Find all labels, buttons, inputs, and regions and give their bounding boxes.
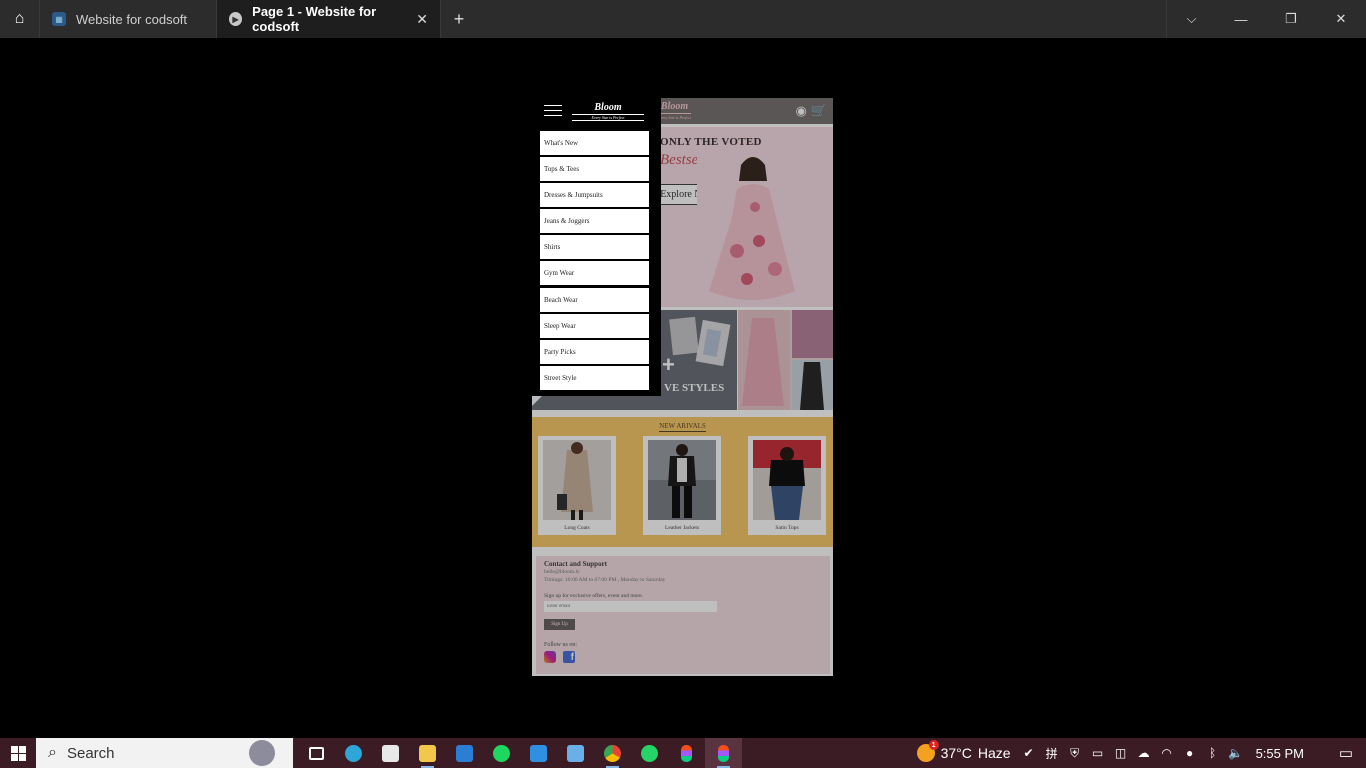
menu-item-beach-wear[interactable]: Beach Wear [540,287,649,314]
chrome-icon[interactable] [594,738,631,768]
menu-item-shirts[interactable]: Shirts [540,235,649,262]
menu-item-gym-wear[interactable]: Gym Wear [540,261,649,288]
maximize-button[interactable]: ❐ [1266,0,1316,38]
start-button[interactable] [0,738,36,768]
figma-active-icon[interactable] [705,738,742,768]
close-tab-icon[interactable]: ✕ [416,11,428,28]
search-highlight-icon [249,740,275,766]
menu-list: What's New Tops & Tees Dresses & Jumpsui… [540,131,649,392]
security-check-icon[interactable]: ✔ [1021,745,1037,761]
tab-page-1[interactable]: ▶ Page 1 - Website for codsoft ✕ [217,0,441,38]
windows-icon [10,745,26,761]
language-icon[interactable]: 拼 [1044,745,1060,761]
weather-text: Haze [977,745,1011,761]
onedrive-icon[interactable]: ☁ [1136,745,1152,761]
taskbar-search[interactable]: ⌕ Search [36,738,293,768]
remote-desktop-icon[interactable] [557,738,594,768]
window-controls: ⌵ — ❐ ✕ [1166,0,1366,38]
weather-temp: 37°C [940,745,972,761]
minimize-button[interactable]: — [1216,0,1266,38]
menu-item-whats-new[interactable]: What's New [540,131,649,157]
menu-logo[interactable]: Bloom Every Size is Perfect [572,102,644,121]
taskbar: ⌕ Search 1 37°C Haze ✔ 拼 ⛨ ▭ ◫ ☁ ◠ ● ᛒ 🔈… [0,738,1366,768]
home-button[interactable]: ⌂ [0,0,40,38]
hamburger-icon[interactable] [544,105,562,117]
menu-header: Bloom Every Size is Perfect [532,98,661,124]
menu-item-sleep-wear[interactable]: Sleep Wear [540,313,649,340]
close-window-button[interactable]: ✕ [1316,0,1366,38]
menu-item-dresses[interactable]: Dresses & Jumpsuits [540,183,649,210]
search-label: Search [66,744,115,762]
tabs-dropdown-icon[interactable]: ⌵ [1166,0,1216,38]
mail-icon[interactable] [446,738,483,768]
edge-icon[interactable] [335,738,372,768]
camera-icon[interactable]: ◫ [1113,745,1129,761]
clock[interactable]: 5:55 PM [1256,746,1304,761]
vscode-icon[interactable] [520,738,557,768]
notifications-icon[interactable]: ▭ [1326,744,1366,762]
task-view-icon[interactable] [298,738,335,768]
volume-icon[interactable]: 🔈 [1228,745,1244,761]
battery-icon[interactable]: ▭ [1090,745,1106,761]
system-tray: 1 37°C Haze ✔ 拼 ⛨ ▭ ◫ ☁ ◠ ● ᛒ 🔈 5:55 PM … [916,738,1366,768]
store-icon[interactable] [372,738,409,768]
whatsapp-icon[interactable] [631,738,668,768]
menu-item-jeans[interactable]: Jeans & Joggers [540,209,649,236]
menu-item-street-style[interactable]: Street Style [540,365,649,392]
spotify-icon[interactable] [483,738,520,768]
tab-label: Page 1 - Website for codsoft [252,4,377,34]
figma-icon[interactable] [668,738,705,768]
title-bar: ⌂ ▦ Website for codsoft ▶ Page 1 - Websi… [0,0,1366,38]
tab-label: Website for codsoft [76,11,188,27]
figma-file-icon: ▦ [52,12,66,26]
app-tray-icon[interactable]: ● [1182,745,1198,761]
menu-item-party-picks[interactable]: Party Picks [540,339,649,366]
search-icon: ⌕ [48,744,57,761]
nav-menu-panel: Bloom Every Size is Perfect What's New T… [532,98,661,396]
tray-icons: ✔ 拼 ⛨ ▭ ◫ ☁ ◠ ● ᛒ 🔈 [1021,745,1244,761]
wifi-icon[interactable]: ◠ [1159,745,1175,761]
weather-widget[interactable]: 1 37°C Haze [916,740,1011,762]
home-icon: ⌂ [14,10,25,27]
new-tab-button[interactable]: + [441,0,477,38]
shield-icon[interactable]: ⛨ [1067,745,1083,761]
menu-item-tops-tees[interactable]: Tops & Tees [540,157,649,184]
logo-text: Bloom [594,102,622,113]
file-explorer-icon[interactable] [409,738,446,768]
weather-icon: 1 [916,740,939,762]
play-icon: ▶ [229,12,243,26]
logo-tagline: Every Size is Perfect [572,114,644,121]
tab-website[interactable]: ▦ Website for codsoft [40,0,217,38]
menu-corner-triangle [532,396,542,406]
bluetooth-icon[interactable]: ᛒ [1205,745,1221,761]
taskbar-apps [298,738,742,768]
